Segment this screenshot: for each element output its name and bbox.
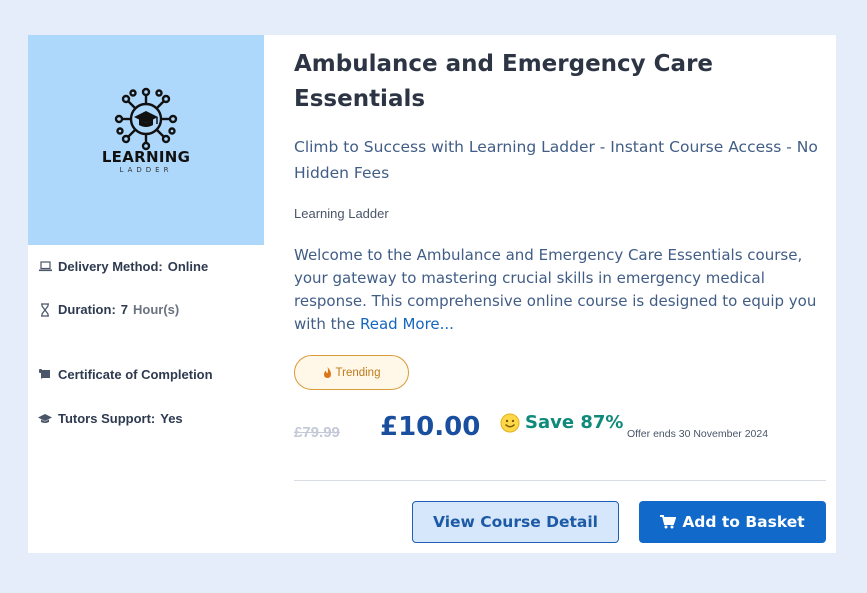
- logo-wordmark: LEARNING: [101, 148, 191, 166]
- course-description: Welcome to the Ambulance and Emergency C…: [294, 244, 829, 336]
- badge-label: Trending: [335, 366, 381, 379]
- add-to-basket-label: Add to Basket: [682, 513, 805, 531]
- offer-ends: Offer ends 30 November 2024: [627, 428, 769, 440]
- certificate-label: Certificate of Completion: [58, 367, 213, 382]
- graduation-cap-network-icon: [114, 87, 178, 151]
- delivery-value: Online: [167, 259, 209, 274]
- tutor-label: Tutors Support:: [58, 411, 156, 426]
- delivery-label: Delivery Method:: [58, 259, 163, 274]
- graduation-cap-icon: [38, 412, 52, 426]
- save-indicator: Save 87%: [500, 412, 623, 433]
- delivery-method: Delivery Method: Online: [38, 259, 208, 274]
- original-price: £79.99: [294, 424, 340, 441]
- tutor-value: Yes: [160, 411, 183, 426]
- divider: [294, 480, 826, 481]
- add-to-basket-button[interactable]: Add to Basket: [639, 501, 826, 543]
- course-subtitle: Climb to Success with Learning Ladder - …: [294, 138, 818, 182]
- smiley-icon: [500, 413, 520, 433]
- duration-unit: Hour(s): [133, 302, 180, 317]
- tutor-support: Tutors Support: Yes: [38, 411, 183, 426]
- duration-label: Duration:: [58, 302, 116, 317]
- logo-subtext: LADDER: [119, 166, 173, 174]
- current-price: £10.00: [380, 412, 481, 442]
- read-more-link[interactable]: Read More...: [360, 315, 454, 333]
- trending-badge: Trending: [294, 355, 409, 390]
- course-title[interactable]: Ambulance and Emergency Care Essentials: [294, 47, 814, 117]
- certificate-icon: [38, 368, 52, 382]
- duration-value: 7: [120, 302, 129, 317]
- duration: Duration: 7 Hour(s): [38, 302, 179, 317]
- laptop-icon: [38, 260, 52, 274]
- cart-icon: [660, 515, 677, 529]
- course-thumbnail[interactable]: LEARNING LADDER: [28, 35, 264, 245]
- save-percent: Save 87%: [525, 412, 624, 433]
- hourglass-icon: [38, 302, 52, 317]
- course-provider: Learning Ladder: [294, 206, 389, 221]
- view-course-detail-button[interactable]: View Course Detail: [412, 501, 619, 543]
- course-card: LEARNING LADDER Delivery Method: Online …: [28, 35, 836, 553]
- certificate: Certificate of Completion: [38, 367, 213, 382]
- flame-icon: [323, 367, 332, 378]
